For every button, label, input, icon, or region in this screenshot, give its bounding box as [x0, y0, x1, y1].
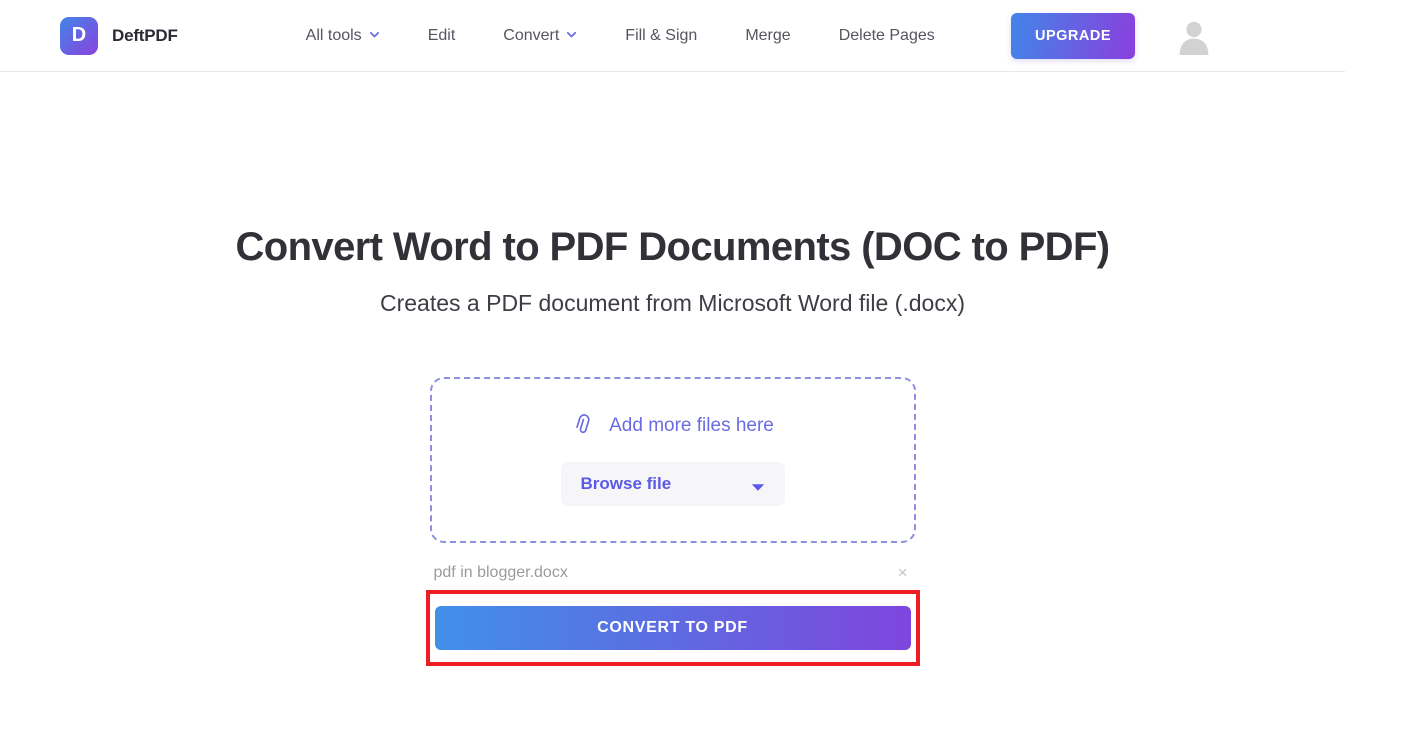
chevron-down-icon	[566, 29, 577, 40]
main-navigation: All tools Edit Convert Fill & Sign Merge…	[282, 27, 959, 45]
file-dropzone[interactable]: Add more files here Browse file	[429, 377, 916, 543]
convert-button-highlight: CONVERT TO PDF	[425, 590, 920, 666]
nav-item-label: Delete Pages	[838, 26, 935, 44]
brand-name: DeftPDF	[112, 25, 178, 45]
caret-down-icon	[751, 480, 765, 491]
nav-item-label: Convert	[503, 26, 560, 44]
nav-item-merge[interactable]: Merge	[721, 27, 814, 45]
nav-item-label: Fill & Sign	[625, 26, 698, 44]
page-subtitle: Creates a PDF document from Microsoft Wo…	[380, 290, 965, 316]
nav-item-label: All tools	[305, 26, 362, 44]
brand-logo-group[interactable]: D DeftPDF	[60, 16, 178, 55]
convert-to-pdf-button[interactable]: CONVERT TO PDF	[434, 606, 911, 650]
add-more-files-link[interactable]: Add more files here	[571, 414, 774, 438]
nav-item-edit[interactable]: Edit	[404, 27, 480, 45]
nav-item-label: Edit	[427, 26, 456, 44]
browse-file-button[interactable]: Browse file	[560, 462, 785, 506]
upgrade-button[interactable]: UPGRADE	[1010, 12, 1135, 59]
user-avatar-icon[interactable]	[1175, 17, 1213, 55]
site-header: D DeftPDF All tools Edit Convert Fill & …	[0, 0, 1345, 72]
browse-file-label: Browse file	[580, 474, 672, 493]
nav-item-delete-pages[interactable]: Delete Pages	[815, 27, 959, 45]
dropzone-wrapper: Add more files here Browse file	[0, 377, 1345, 543]
page-title: Convert Word to PDF Documents (DOC to PD…	[235, 225, 1110, 269]
add-more-files-label: Add more files here	[609, 415, 774, 436]
header-actions: UPGRADE	[1010, 12, 1213, 59]
uploaded-file-row: pdf in blogger.docx ×	[430, 562, 916, 583]
nav-item-convert[interactable]: Convert	[479, 27, 601, 45]
deftpdf-logo-icon: D	[60, 16, 98, 55]
nav-item-fill-and-sign[interactable]: Fill & Sign	[601, 27, 721, 45]
nav-item-all-tools[interactable]: All tools	[282, 27, 404, 45]
chevron-down-icon	[369, 29, 380, 40]
nav-item-label: Merge	[745, 26, 791, 44]
close-icon[interactable]: ×	[894, 562, 912, 583]
main-content: Convert Word to PDF Documents (DOC to PD…	[0, 225, 1345, 666]
paperclip-icon	[571, 414, 595, 438]
uploaded-file-name: pdf in blogger.docx	[433, 563, 568, 581]
